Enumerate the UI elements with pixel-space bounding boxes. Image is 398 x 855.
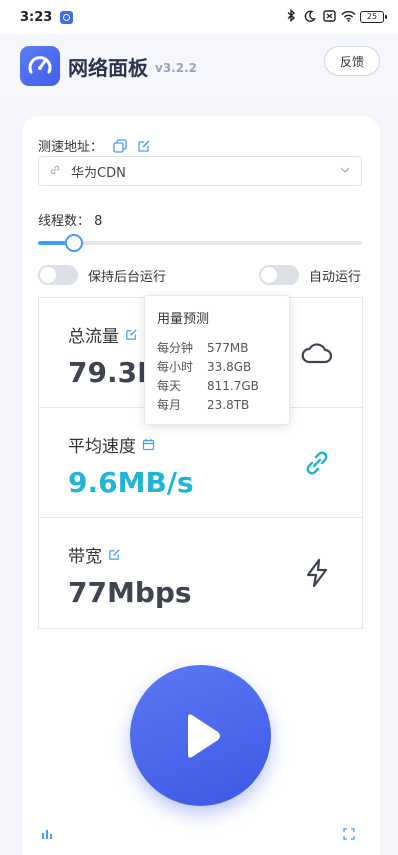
link-icon xyxy=(49,164,61,179)
speed-url-label: 测速地址： xyxy=(38,140,104,155)
app-notification-icon xyxy=(60,10,74,24)
play-icon xyxy=(187,713,220,758)
threads-slider[interactable] xyxy=(38,234,362,252)
lightning-icon xyxy=(300,556,334,590)
total-traffic-title: 总流量 xyxy=(68,327,119,347)
chevron-down-icon xyxy=(339,164,351,180)
cloud-icon xyxy=(300,336,334,370)
avg-speed-title: 平均速度 xyxy=(68,437,136,457)
battery-icon: 25 xyxy=(360,11,387,23)
moon-icon xyxy=(303,10,317,25)
tooltip-row-value: 23.8TB xyxy=(207,398,250,412)
tooltip-row: 每天 811.7GB xyxy=(157,377,277,396)
avg-speed-value: 9.6MB/s xyxy=(68,466,194,499)
threads-label: 线程数： xyxy=(38,214,91,229)
edit-icon[interactable] xyxy=(108,548,122,562)
tooltip-row-value: 33.8GB xyxy=(207,360,252,374)
app-header: 网络面板 v3.2.2 反馈 xyxy=(0,34,398,98)
calendar-icon[interactable] xyxy=(142,438,156,452)
threads-row: 线程数： 8 xyxy=(38,210,102,229)
app-title: 网络面板 xyxy=(68,55,148,80)
tooltip-row: 每月 23.8TB xyxy=(157,396,277,415)
status-bar: 3:23 25 xyxy=(0,0,398,34)
auto-run-row: 自动运行 xyxy=(259,265,361,285)
auto-run-label: 自动运行 xyxy=(309,269,362,285)
keep-bg-toggle[interactable] xyxy=(38,265,78,285)
tooltip-row-label: 每小时 xyxy=(157,360,194,374)
slider-handle[interactable] xyxy=(64,234,83,252)
sim-off-icon xyxy=(322,9,336,25)
tooltip-title: 用量预测 xyxy=(157,312,210,327)
bluetooth-icon xyxy=(284,9,298,25)
bandwidth-value: 77Mbps xyxy=(68,576,192,609)
bandwidth-section: 带宽 77Mbps xyxy=(39,518,362,628)
copy-icon[interactable] xyxy=(113,138,127,153)
usage-forecast-tooltip: 用量预测 每分钟 577MB 每小时 33.8GB 每天 811.7GB 每月 … xyxy=(144,295,290,425)
tooltip-row-value: 577MB xyxy=(207,341,249,355)
auto-run-toggle[interactable] xyxy=(259,265,299,285)
server-select[interactable]: 华为CDN xyxy=(38,156,362,186)
selected-server: 华为CDN xyxy=(71,165,126,181)
start-test-button[interactable] xyxy=(130,665,271,806)
edit-icon[interactable] xyxy=(125,328,139,342)
tooltip-row: 每分钟 577MB xyxy=(157,339,277,358)
link-chain-icon xyxy=(300,446,334,480)
tooltip-row: 每小时 33.8GB xyxy=(157,358,277,377)
app-version: v3.2.2 xyxy=(155,61,197,75)
speedometer-logo-icon xyxy=(20,46,60,86)
tooltip-row-label: 每分钟 xyxy=(157,341,194,355)
feedback-button[interactable]: 反馈 xyxy=(324,46,380,76)
wifi-icon xyxy=(341,10,356,25)
keep-bg-label: 保持后台运行 xyxy=(88,269,167,285)
tooltip-row-label: 每天 xyxy=(157,379,182,393)
bar-chart-icon[interactable] xyxy=(41,825,53,844)
tooltip-row-label: 每月 xyxy=(157,398,182,412)
bandwidth-title: 带宽 xyxy=(68,547,102,567)
edit-icon[interactable] xyxy=(137,139,151,153)
fullscreen-icon[interactable] xyxy=(343,825,355,844)
tooltip-row-value: 811.7GB xyxy=(207,379,259,393)
keep-bg-row: 保持后台运行 xyxy=(38,265,166,285)
speed-url-row: 测速地址： xyxy=(38,136,151,155)
threads-value: 8 xyxy=(94,214,103,229)
status-time: 3:23 xyxy=(20,9,53,25)
